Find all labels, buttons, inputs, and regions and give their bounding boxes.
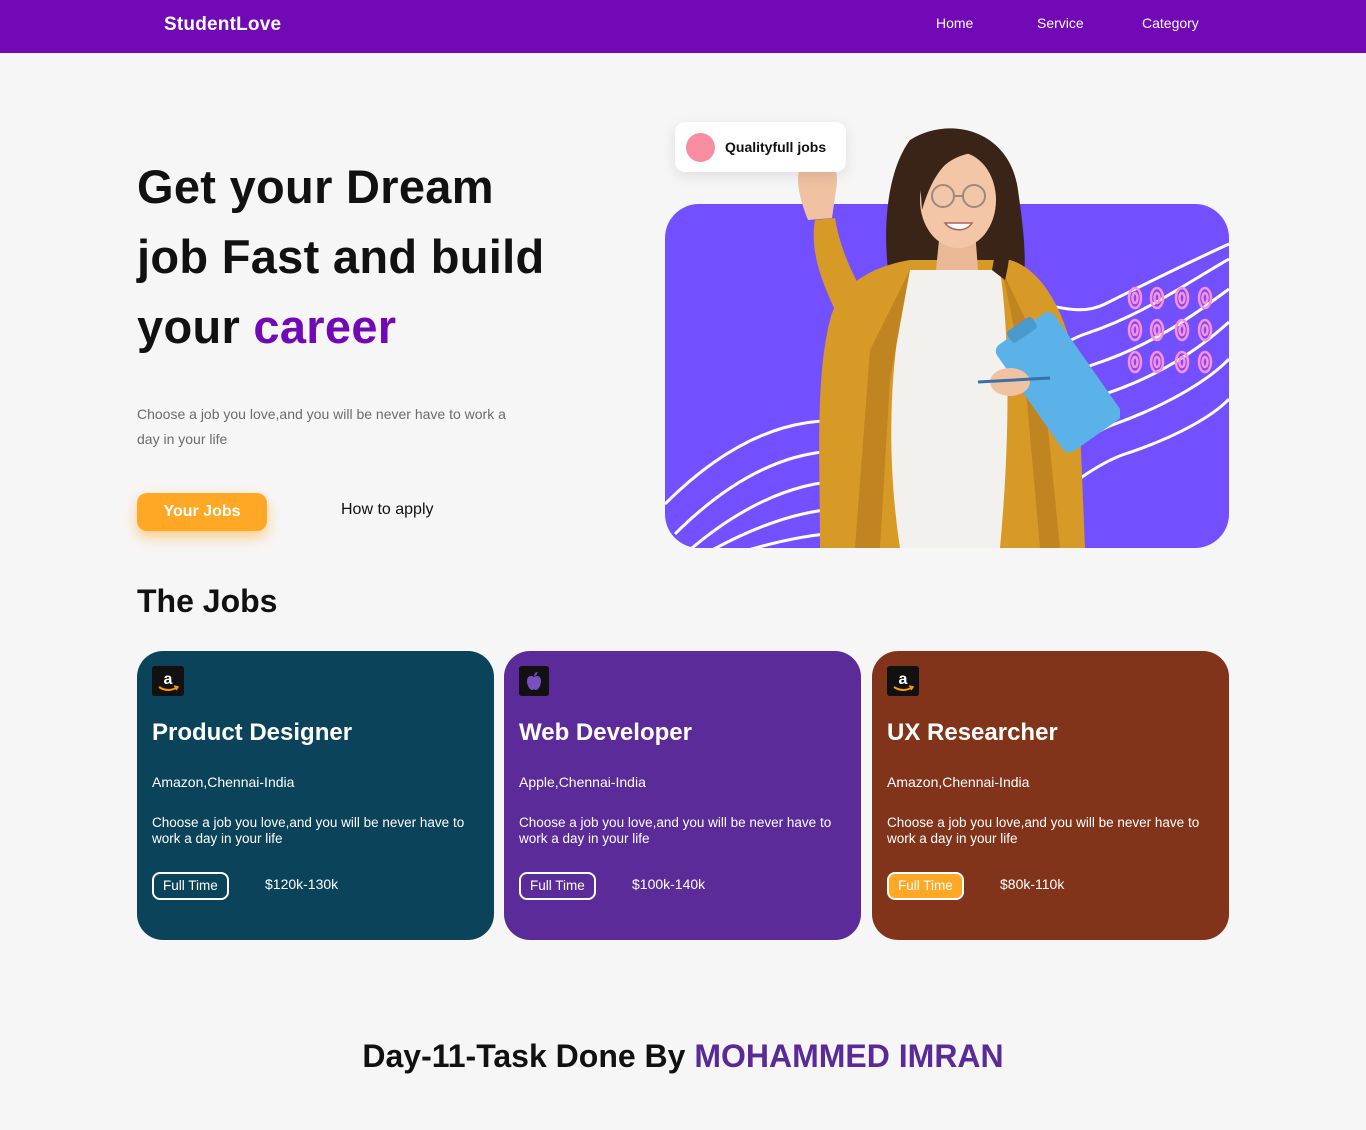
job-card-ux-researcher[interactable]: a UX Researcher Amazon,Chennai-India Cho…: [872, 651, 1229, 940]
hero-title: Get your Dream job Fast and build your c…: [137, 152, 637, 362]
quality-jobs-badge: Qualityfull jobs: [675, 122, 846, 172]
nav-link-home[interactable]: Home: [936, 15, 973, 31]
hero-title-accent: career: [253, 300, 397, 353]
hero-subtitle: Choose a job you love,and you will be ne…: [137, 406, 506, 447]
footer-author-name: MOHAMMED IMRAN: [694, 1038, 1004, 1074]
job-card-web-developer[interactable]: Web Developer Apple,Chennai-India Choose…: [504, 651, 861, 940]
badge-label: Qualityfull jobs: [725, 139, 827, 155]
job-type-button[interactable]: Full Time: [152, 872, 229, 900]
apple-logo-icon: [519, 666, 549, 696]
job-title: UX Researcher: [887, 719, 1058, 746]
nav-link-category[interactable]: Category: [1142, 15, 1199, 31]
jobs-section-heading: The Jobs: [137, 583, 278, 619]
job-company: Amazon,Chennai-India: [152, 774, 295, 790]
navbar: StudentLove Home Service Category: [0, 0, 1366, 53]
svg-text:a: a: [164, 671, 173, 688]
job-type-button-active[interactable]: Full Time: [887, 872, 964, 900]
footer-credit: Day-11-Task Done By MOHAMMED IMRAN: [0, 1038, 1366, 1075]
job-description: Choose a job you love,and you will be ne…: [152, 815, 465, 846]
job-card-product-designer[interactable]: a Product Designer Amazon,Chennai-India …: [137, 651, 494, 940]
job-company: Amazon,Chennai-India: [887, 774, 1030, 790]
job-company: Apple,Chennai-India: [519, 774, 646, 790]
job-type-button[interactable]: Full Time: [519, 872, 596, 900]
job-description: Choose a job you love,and you will be ne…: [519, 815, 832, 846]
amazon-logo-icon: a: [152, 666, 184, 696]
woman-with-clipboard-image: [791, 128, 1120, 548]
job-description: Choose a job you love,and you will be ne…: [887, 815, 1200, 846]
amazon-logo-icon: a: [887, 666, 919, 696]
hero-title-line-2: job Fast and build: [137, 230, 545, 283]
badge-dot-icon: [686, 133, 715, 162]
footer-credit-prefix: Day-11-Task Done By: [362, 1038, 686, 1074]
svg-text:a: a: [899, 671, 908, 688]
job-title: Product Designer: [152, 719, 353, 746]
how-to-apply-button[interactable]: How to apply: [341, 501, 434, 519]
job-salary: $100k-140k: [632, 876, 706, 892]
hero-title-line-1: Get your Dream: [137, 160, 494, 213]
job-salary: $120k-130k: [265, 876, 339, 892]
nav-link-service[interactable]: Service: [1037, 15, 1084, 31]
your-jobs-button[interactable]: Your Jobs: [137, 493, 267, 531]
job-title: Web Developer: [519, 719, 692, 746]
job-salary: $80k-110k: [1000, 876, 1065, 892]
hero-title-line-3: your: [137, 300, 241, 353]
brand-logo[interactable]: StudentLove: [164, 14, 281, 36]
